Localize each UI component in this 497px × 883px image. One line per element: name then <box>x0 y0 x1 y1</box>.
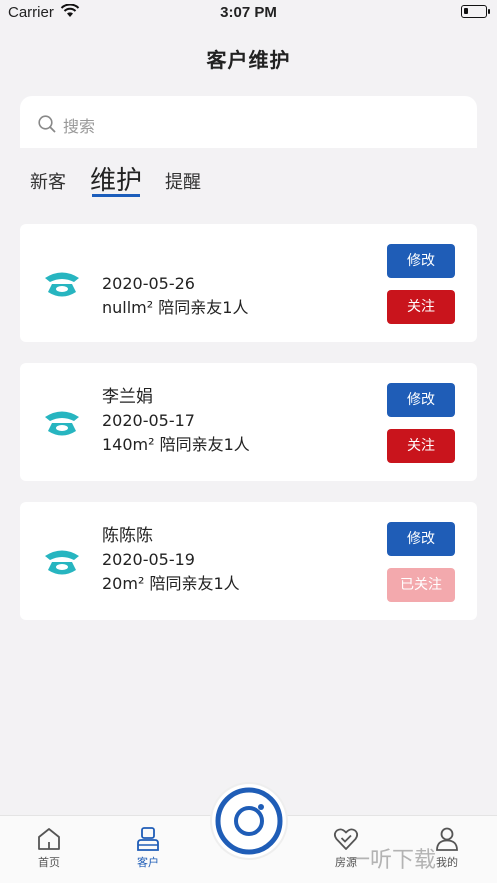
watermark-text: 一听下载 <box>348 848 437 873</box>
customer-name: 李兰娟 <box>102 387 153 407</box>
active-tab-indicator <box>92 194 140 197</box>
tab-new-customer[interactable]: 新客 <box>30 168 66 194</box>
customer-card[interactable]: 李兰娟 2020-05-17 140m² 陪同亲友1人 修改 关注 <box>20 363 477 481</box>
phone-icon <box>45 411 79 436</box>
battery-icon <box>461 5 490 18</box>
follow-button[interactable]: 关注 <box>387 290 455 324</box>
visit-info: 140m² 陪同亲友1人 <box>102 435 250 454</box>
visit-info: 20m² 陪同亲友1人 <box>102 574 240 593</box>
tab-reminder[interactable]: 提醒 <box>165 168 201 194</box>
customer-card[interactable]: 2020-05-26 nullm² 陪同亲友1人 修改 关注 <box>20 224 477 342</box>
visit-info: nullm² 陪同亲友1人 <box>102 298 249 317</box>
tabbar-item-home[interactable]: 首页 <box>19 826 79 870</box>
search-placeholder: 搜索 <box>63 117 96 136</box>
follow-button[interactable]: 关注 <box>387 429 455 463</box>
tab-maintenance-label: 维护 <box>90 166 143 196</box>
customer-card[interactable]: 陈陈陈 2020-05-19 20m² 陪同亲友1人 修改 已关注 <box>20 502 477 620</box>
visit-date: 2020-05-26 <box>102 274 195 293</box>
followed-button[interactable]: 已关注 <box>387 568 455 602</box>
search-input[interactable]: 搜索 <box>20 96 477 148</box>
user-icon <box>436 827 458 851</box>
customer-name: 陈陈陈 <box>102 526 153 546</box>
visit-date: 2020-05-19 <box>102 550 195 569</box>
status-time: 3:07 PM <box>220 4 277 21</box>
camera-icon <box>215 787 283 855</box>
tabbar-item-customer[interactable]: 客户 <box>118 826 178 870</box>
home-icon <box>38 828 60 850</box>
edit-button[interactable]: 修改 <box>387 244 455 278</box>
edit-button[interactable]: 修改 <box>387 383 455 417</box>
phone-icon <box>45 550 79 575</box>
tabbar-label-mine: 我的 <box>436 856 458 869</box>
page-title: 客户维护 <box>206 48 291 72</box>
edit-button[interactable]: 修改 <box>387 522 455 556</box>
tab-maintenance[interactable]: 维护 <box>90 160 142 197</box>
customer-icon <box>137 827 159 851</box>
tabbar-label-customer: 客户 <box>137 856 159 869</box>
status-bar: Carrier 3:07 PM <box>0 0 497 26</box>
tabbar-label-home: 首页 <box>38 856 60 869</box>
camera-button[interactable] <box>212 784 286 858</box>
search-icon <box>38 115 56 133</box>
visit-date: 2020-05-17 <box>102 411 195 430</box>
phone-icon <box>45 272 79 297</box>
